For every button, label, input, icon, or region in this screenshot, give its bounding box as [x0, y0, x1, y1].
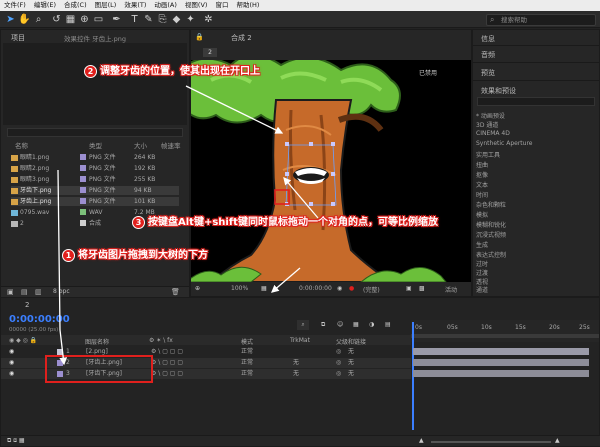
annotation-text: 调整牙齿的位置，使其出现在开口上: [100, 66, 260, 77]
annotation-step-1: 1 将牙齿图片拖拽到大树的下方: [62, 246, 208, 262]
step-badge: 3: [132, 215, 145, 229]
annotation-step-3: 3 按键盘Alt键+shift键同时鼠标拖动一个对角的点，可等比例缩放: [132, 213, 438, 229]
annotation-text: 按键盘Alt键+shift键同时鼠标拖动一个对角的点，可等比例缩放: [148, 217, 438, 228]
step-badge: 1: [62, 248, 75, 262]
step-badge: 2: [84, 64, 97, 78]
annotation-step-2: 2 调整牙齿的位置，使其出现在开口上: [84, 62, 260, 78]
annotation-text: 将牙齿图片拖拽到大树的下方: [78, 250, 208, 261]
